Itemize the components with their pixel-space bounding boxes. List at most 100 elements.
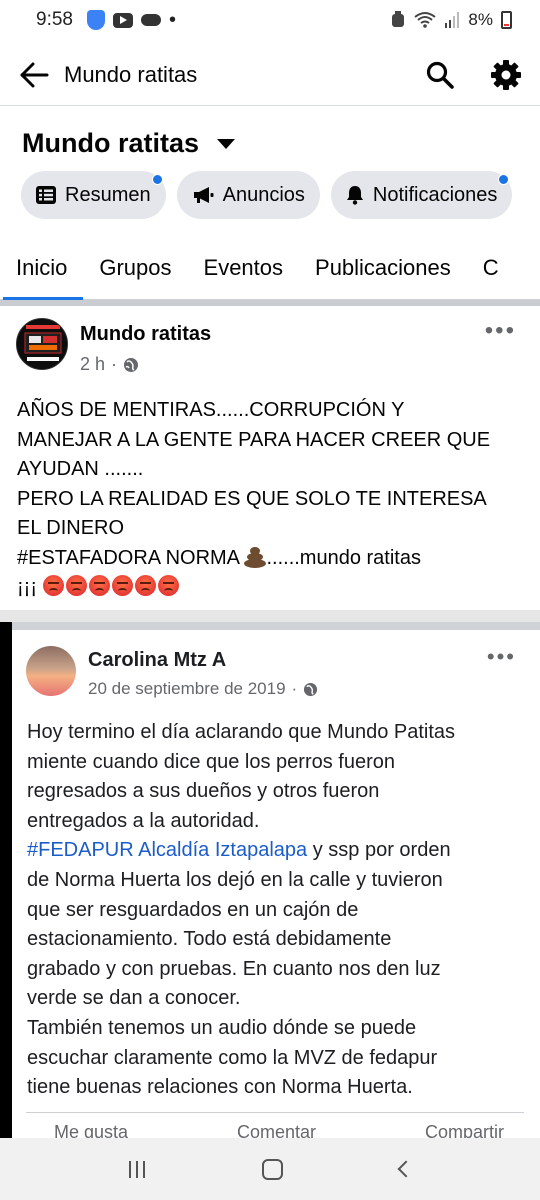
shared-options-icon: •••: [486, 644, 516, 669]
page-tools: Resumen Anuncios Notificaciones: [21, 171, 513, 219]
angry-face-icon: [111, 575, 133, 596]
back-nav-button[interactable]: [397, 1160, 414, 1178]
battery-icon: [501, 11, 512, 29]
separator-dot: ·: [111, 354, 118, 374]
post-line: ¡¡¡: [17, 573, 527, 603]
shared-share: Compartir: [424, 1122, 504, 1138]
recent-apps-button[interactable]: [128, 1160, 145, 1178]
hashtag-text[interactable]: #ESTAFADORA NORMA: [17, 547, 239, 569]
shared-author: Carolina Mtz A: [88, 649, 227, 671]
post-image[interactable]: Carolina Mtz A 20 de septiembre de 2019 …: [0, 610, 540, 1138]
notification-dot: [151, 174, 163, 185]
shared-post-body: Hoy termino el día aclarando que Mundo P…: [27, 718, 527, 1103]
shield-icon: [86, 10, 105, 30]
shared-post-header: Carolina Mtz A 20 de septiembre de 2019 …: [26, 646, 526, 699]
post-options-button[interactable]: •••: [485, 319, 516, 343]
globe-icon: [124, 357, 139, 372]
shared-line: entregados a la autoridad.: [27, 809, 260, 832]
alarm-icon: [392, 11, 405, 27]
list-icon: [36, 186, 56, 204]
shared-line: También tenemos un audio dónde se puede: [27, 1016, 417, 1039]
post-line: PERO LA REALIDAD ES QUE SOLO TE INTERESA: [17, 487, 487, 510]
post-line: AYUDAN .......: [17, 458, 144, 480]
dot-icon: •: [168, 9, 176, 31]
post-time[interactable]: 2 h: [80, 354, 105, 375]
app-header: Mundo ratitas: [0, 44, 540, 106]
tab-publicaciones[interactable]: Publicaciones: [299, 238, 467, 298]
megaphone-icon: [193, 187, 214, 203]
page-logo: [17, 319, 67, 369]
chip-label: Anuncios: [222, 183, 305, 206]
chip-notificaciones[interactable]: Notificaciones: [330, 171, 513, 219]
home-button[interactable]: [261, 1158, 283, 1180]
shared-line: #FEDAPUR Alcaldía Iztapalapa y ssp por o…: [27, 836, 527, 866]
youtube-icon: [112, 12, 133, 28]
shared-line: de Norma Huerta los dejó en la calle y t…: [27, 868, 443, 891]
page-name: Mundo ratitas: [22, 128, 200, 158]
signal-icon: [445, 12, 460, 28]
search-button[interactable]: [420, 55, 460, 95]
shared-line: escuchar claramente como la MVZ de fedap…: [27, 1046, 438, 1069]
shared-line: que ser resguardados en un cajón de: [27, 898, 359, 921]
chip-label: Resumen: [65, 183, 151, 206]
globe-icon: [304, 682, 318, 696]
shared-comment: Comentar: [237, 1122, 317, 1138]
image-left-border: [0, 622, 12, 1138]
cloud-icon: [140, 14, 161, 26]
avatar[interactable]: [16, 318, 68, 370]
arrow-left-icon: [20, 62, 49, 87]
tab-inicio[interactable]: Inicio: [0, 238, 84, 300]
shared-line: tiene buenas relaciones con Norma Huerta…: [27, 1076, 413, 1099]
shared-line: estacionamiento. Todo está debidamente: [27, 928, 392, 951]
angry-face-icon: [157, 575, 179, 596]
status-bar: 9:58 • 8%: [0, 0, 540, 40]
post-line: AÑOS DE MENTIRAS......CORRUPCIÓN Y: [17, 399, 405, 421]
notification-dot: [498, 174, 510, 185]
shared-actions: Me gusta Comentar Compartir: [26, 1122, 524, 1138]
post-line-tail: ......mundo ratitas: [266, 546, 421, 569]
shared-line: regresados a sus dueños y otros fueron: [27, 780, 380, 803]
post-author[interactable]: Mundo ratitas: [80, 323, 211, 346]
shared-line: Hoy termino el día aclarando que Mundo P…: [27, 721, 456, 743]
tab-more[interactable]: C: [467, 238, 515, 298]
tab-grupos[interactable]: Grupos: [83, 238, 187, 298]
post-line: MANEJAR A LA GENTE PARA HACER CREER QUE: [17, 428, 491, 451]
gear-icon: [491, 59, 521, 90]
chevron-down-icon: [217, 138, 236, 149]
shared-line-tail: y ssp por orden: [307, 839, 451, 862]
image-top-line: [12, 622, 540, 630]
angry-face-icon: [88, 575, 110, 596]
image-top-border: [0, 610, 540, 622]
shared-line: grabado y con pruebas. En cuanto nos den…: [27, 957, 441, 980]
chip-resumen[interactable]: Resumen: [21, 171, 166, 219]
search-icon: [426, 61, 454, 89]
section-divider: [0, 300, 540, 306]
page-name-row[interactable]: Mundo ratitas: [22, 128, 236, 159]
wifi-icon: [414, 12, 437, 28]
tab-eventos[interactable]: Eventos: [188, 238, 300, 298]
chip-anuncios[interactable]: Anuncios: [176, 171, 320, 219]
shared-line: miente cuando dice que los perros fueron: [27, 750, 396, 773]
shared-like: Me gusta: [54, 1122, 129, 1138]
system-nav-bar: [0, 1138, 540, 1200]
exclamation-text: ¡¡¡: [17, 576, 37, 598]
chip-label: Notificaciones: [372, 183, 498, 206]
shared-line: verde se dan a conocer.: [27, 987, 241, 1010]
status-time: 9:58: [36, 9, 73, 30]
bell-icon: [346, 186, 363, 205]
angry-face-icon: [134, 575, 156, 596]
avatar: [26, 646, 76, 696]
shared-date: 20 de septiembre de 2019: [88, 679, 286, 698]
header-title: Mundo ratitas: [64, 61, 198, 87]
post-body: AÑOS DE MENTIRAS......CORRUPCIÓN Y MANEJ…: [17, 396, 527, 603]
post-line: EL DINERO: [17, 517, 125, 539]
settings-button[interactable]: [486, 55, 526, 95]
post-line: #ESTAFADORA NORMA ......mundo ratitas: [17, 544, 527, 574]
angry-face-icon: [42, 575, 64, 596]
separator-dot: ·: [291, 679, 298, 698]
shared-hashtag: #FEDAPUR Alcaldía Iztapalapa: [27, 839, 308, 862]
battery-percent: 8%: [468, 10, 493, 29]
poop-emoji-icon: [244, 546, 267, 568]
post-header: Mundo ratitas 2 h · •••: [16, 318, 526, 384]
back-button[interactable]: [14, 55, 54, 95]
